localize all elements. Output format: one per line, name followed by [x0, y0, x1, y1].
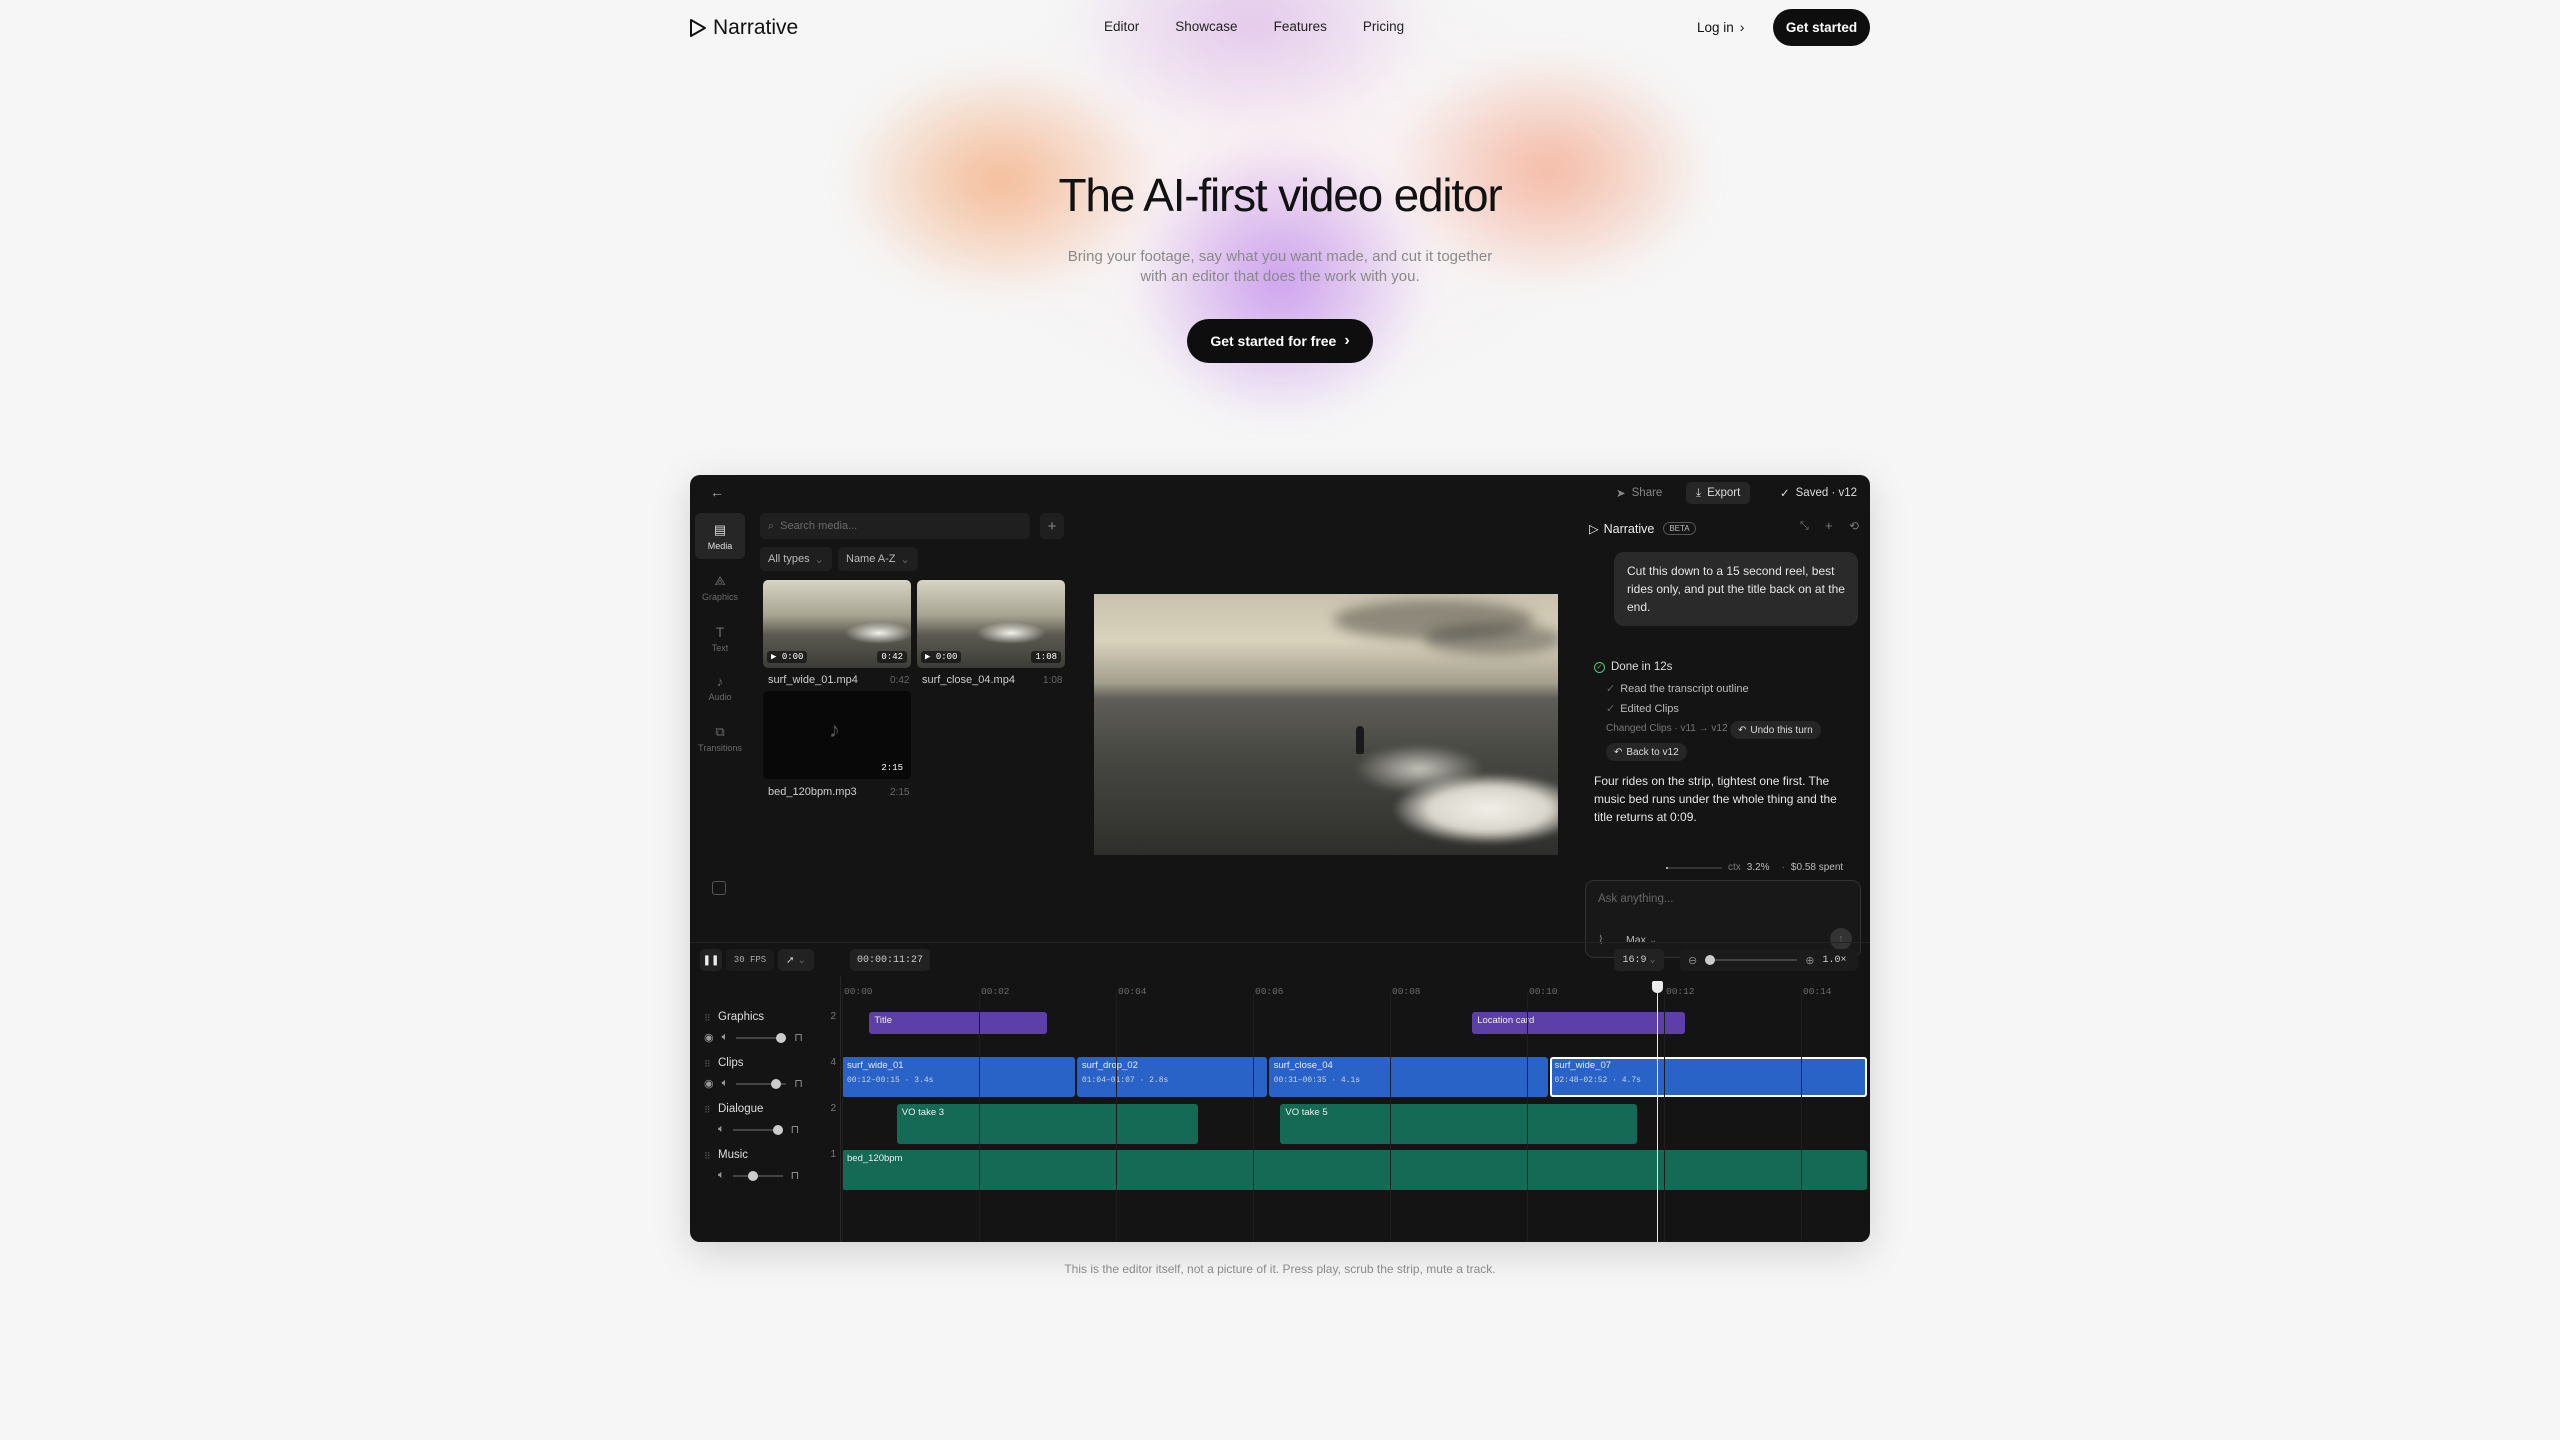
video-clip[interactable]: surf_wide_01 00:12–00:15 · 3.4s	[842, 1057, 1075, 1097]
music-clip[interactable]: bed_120bpm	[842, 1150, 1867, 1190]
brand-logo[interactable]: Narrative	[689, 16, 798, 40]
login-label: Log in	[1697, 19, 1734, 35]
clip-label: bed_120bpm	[847, 1153, 903, 1164]
video-clip[interactable]: surf_close_04 00:31–00:35 · 4.1s	[1268, 1057, 1548, 1097]
nav-links: Editor Showcase Features Pricing	[1104, 19, 1404, 34]
dialogue-clip[interactable]: VO take 3	[896, 1104, 1199, 1144]
clip-meta: 02:48–02:52 · 4.7s	[1554, 1076, 1641, 1085]
nav-link-showcase[interactable]: Showcase	[1175, 19, 1237, 34]
get-started-button[interactable]: Get started	[1773, 9, 1870, 46]
hero-subtitle: Bring your footage, say what you want ma…	[1067, 248, 1493, 285]
get-started-free-button[interactable]: Get started for free ›	[1187, 319, 1373, 363]
nav-link-pricing[interactable]: Pricing	[1363, 19, 1404, 34]
grid-line	[842, 993, 843, 1242]
nav-link-features[interactable]: Features	[1274, 19, 1327, 34]
nav-link-editor[interactable]: Editor	[1104, 19, 1139, 34]
playhead-handle[interactable]	[1652, 981, 1664, 993]
timeline-lanes: Title Location card surf_wide_01 00:12–00:1…	[690, 475, 1870, 1242]
cta-label: Get started for free	[1210, 333, 1337, 349]
play-logo-icon	[690, 19, 706, 37]
clip-label: surf_drop_02	[1081, 1060, 1138, 1071]
grid-line	[1664, 993, 1665, 1242]
hero-title: The AI-first video editor	[1058, 169, 1503, 221]
clip-meta: 00:12–00:15 · 3.4s	[847, 1076, 934, 1085]
grid-line	[1253, 993, 1254, 1242]
dialogue-clip[interactable]: VO take 5	[1280, 1104, 1637, 1144]
clip-label: VO take 3	[901, 1107, 945, 1118]
grid-line	[1116, 993, 1117, 1242]
video-clip[interactable]: surf_drop_02 01:04–01:07 · 2.8s	[1076, 1057, 1267, 1097]
top-nav: Narrative Editor Showcase Features Prici…	[0, 0, 2560, 56]
login-link[interactable]: Log in ›	[1697, 19, 1744, 35]
brand-name: Narrative	[713, 16, 799, 39]
clip-label: Title	[874, 1015, 892, 1026]
clip-label: Location card	[1477, 1015, 1535, 1026]
chevron-right-icon: ›	[1739, 19, 1745, 35]
video-clip[interactable]: surf_wide_07 02:48–02:52 · 4.7s	[1549, 1057, 1867, 1097]
grid-line	[1801, 993, 1802, 1242]
editor-app: ← ➤ Share ⤓ Export ✓ Saved · v12 ▤ Media ⟁ Gr…	[690, 475, 1870, 1242]
grid-line	[1527, 993, 1528, 1242]
graphics-clip[interactable]: Title	[869, 1012, 1048, 1034]
chevron-right-icon: ›	[1344, 332, 1350, 349]
clip-meta: 00:31–00:35 · 4.1s	[1273, 1076, 1361, 1085]
graphics-clip[interactable]: Location card	[1472, 1012, 1685, 1034]
clip-label: surf_wide_01	[847, 1060, 904, 1071]
editor-caption: This is the editor itself, not a picture…	[1064, 1262, 1496, 1276]
clip-label: VO take 5	[1285, 1107, 1328, 1118]
clip-label: surf_wide_07	[1554, 1060, 1612, 1071]
playhead-line[interactable]	[1657, 987, 1659, 1242]
clip-meta: 01:04–01:07 · 2.8s	[1081, 1076, 1169, 1085]
grid-line	[1390, 993, 1391, 1242]
grid-line	[979, 993, 980, 1242]
clip-label: surf_close_04	[1273, 1060, 1333, 1071]
